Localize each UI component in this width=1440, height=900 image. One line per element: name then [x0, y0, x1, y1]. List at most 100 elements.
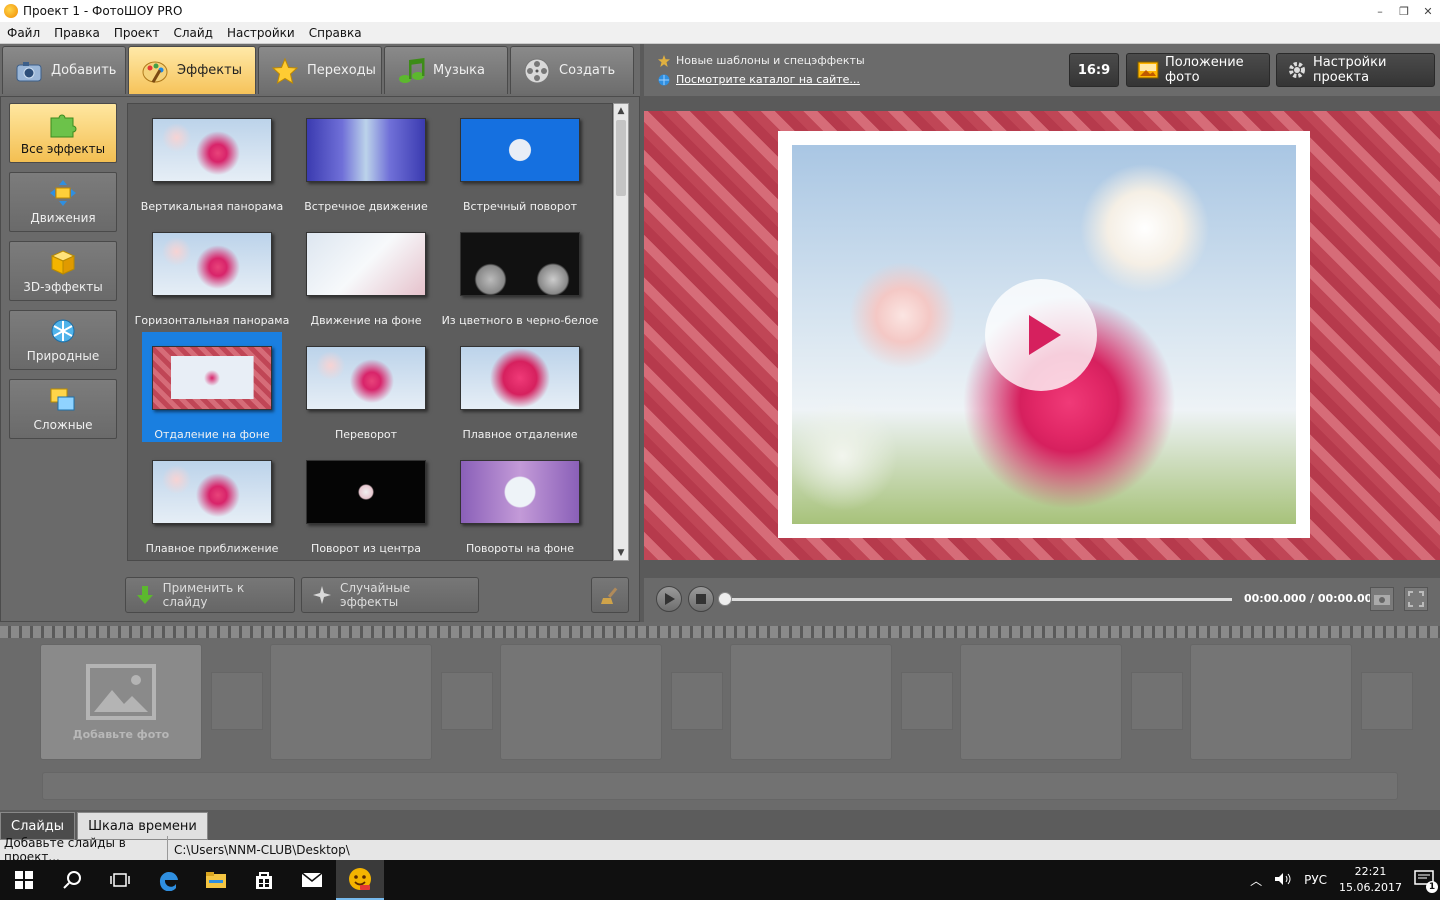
tab-create-label: Создать	[559, 63, 616, 78]
effect-item[interactable]: Встречный поворот	[450, 104, 590, 214]
effect-thumbnail	[460, 346, 580, 410]
clear-effects-button[interactable]	[591, 577, 629, 613]
effect-item[interactable]: Горизонтальная панорама	[135, 218, 289, 328]
window-title: Проект 1 - ФотоШОУ PRO	[23, 4, 183, 18]
effect-item[interactable]: Из цветного в черно-белое	[442, 218, 598, 328]
tab-add[interactable]: Добавить	[2, 46, 126, 94]
scroll-down-icon[interactable]: ▼	[614, 546, 628, 560]
menu-help[interactable]: Справка	[302, 26, 369, 40]
aspect-ratio-label: 16:9	[1077, 62, 1111, 78]
news-block: Новые шаблоны и спецэффекты Посмотрите к…	[658, 54, 865, 86]
close-button[interactable]: ✕	[1416, 0, 1440, 22]
category-3d-effects[interactable]: 3D-эффекты	[9, 241, 117, 301]
menu-edit[interactable]: Правка	[47, 26, 107, 40]
store-icon[interactable]	[240, 860, 288, 900]
minimize-button[interactable]: –	[1368, 0, 1392, 22]
snapshot-camera-icon[interactable]	[1370, 587, 1394, 611]
effect-item[interactable]: Плавное приближение	[142, 446, 282, 556]
play-overlay-icon[interactable]	[985, 279, 1097, 391]
notification-count: 1	[1426, 880, 1438, 893]
effect-label: Движение на фоне	[310, 314, 422, 327]
camera-icon	[15, 57, 43, 85]
effect-item[interactable]: Вертикальная панорама	[141, 104, 283, 214]
play-button[interactable]	[656, 586, 682, 612]
apply-to-slide-button[interactable]: Применить к слайду	[125, 577, 295, 613]
menu-project[interactable]: Проект	[107, 26, 167, 40]
effect-item[interactable]: Переворот	[296, 332, 436, 442]
slide-slot[interactable]	[1190, 644, 1352, 760]
fullscreen-icon[interactable]	[1404, 587, 1428, 611]
clock[interactable]: 22:21 15.06.2017	[1339, 864, 1402, 896]
mail-icon[interactable]	[288, 860, 336, 900]
transition-slot[interactable]	[1361, 672, 1413, 730]
stop-button[interactable]	[688, 586, 714, 612]
tab-create[interactable]: Создать	[510, 46, 634, 94]
transition-slot[interactable]	[441, 672, 493, 730]
random-label: Случайные эффекты	[340, 581, 411, 609]
effects-scrollbar[interactable]: ▲ ▼	[613, 103, 629, 561]
tab-transitions[interactable]: Переходы	[258, 46, 382, 94]
layers-icon	[48, 386, 78, 414]
effect-item[interactable]: Поворот из центра	[296, 446, 436, 556]
transition-slot[interactable]	[1131, 672, 1183, 730]
category-list: Все эффекты Движения 3D-эффекты Природны…	[9, 103, 119, 448]
effect-thumbnail	[306, 118, 426, 182]
slide-slot[interactable]	[960, 644, 1122, 760]
scroll-up-icon[interactable]: ▲	[614, 104, 628, 118]
random-effects-button[interactable]: Случайные эффекты	[301, 577, 479, 613]
transition-slot[interactable]	[211, 672, 263, 730]
effect-item[interactable]: Встречное движение	[296, 104, 436, 214]
task-view-icon[interactable]	[96, 860, 144, 900]
notifications-icon[interactable]: 1	[1414, 869, 1438, 893]
language-indicator[interactable]: РУС	[1304, 873, 1327, 887]
move-arrows-icon	[48, 179, 78, 207]
photo-position-button[interactable]: Положение фото	[1126, 53, 1270, 87]
effect-label: Плавное отдаление	[462, 428, 578, 441]
gear-icon	[1287, 60, 1307, 80]
project-settings-button[interactable]: Настройки проекта	[1276, 53, 1435, 87]
seek-track[interactable]	[724, 598, 1232, 601]
seek-knob[interactable]	[718, 592, 732, 606]
menu-slide[interactable]: Слайд	[166, 26, 220, 40]
chevron-up-icon[interactable]: ︿	[1250, 872, 1262, 889]
category-label: Все эффекты	[20, 142, 106, 156]
category-all-effects[interactable]: Все эффекты	[9, 103, 117, 163]
windows-start-icon[interactable]	[0, 860, 48, 900]
menu-bar: Файл Правка Проект Слайд Настройки Справ…	[0, 22, 1440, 44]
slides-timeline: Добавьте фото	[0, 622, 1440, 810]
transition-slot[interactable]	[671, 672, 723, 730]
volume-icon[interactable]	[1274, 872, 1292, 889]
category-motions[interactable]: Движения	[9, 172, 117, 232]
catalog-link[interactable]: Посмотрите каталог на сайте...	[676, 73, 860, 86]
effect-item[interactable]: Движение на фоне	[296, 218, 436, 328]
add-photo-slot[interactable]: Добавьте фото	[40, 644, 202, 760]
audio-track[interactable]	[42, 772, 1398, 800]
effect-item-selected[interactable]: Отдаление на фоне	[142, 332, 282, 442]
tab-music[interactable]: Музыка	[384, 46, 508, 94]
file-explorer-icon[interactable]	[192, 860, 240, 900]
scroll-thumb[interactable]	[616, 120, 626, 196]
sparkle-icon	[312, 585, 332, 605]
aspect-ratio-button[interactable]: 16:9	[1069, 53, 1119, 87]
fotoshow-app-icon[interactable]	[336, 860, 384, 900]
effect-item[interactable]: Плавное отдаление	[450, 332, 590, 442]
effects-grid: Вертикальная панорама Встречное движение…	[127, 103, 613, 561]
slide-preview[interactable]	[644, 111, 1440, 560]
category-nature[interactable]: Природные	[9, 310, 117, 370]
slide-slot[interactable]	[270, 644, 432, 760]
slide-slot[interactable]	[500, 644, 662, 760]
menu-settings[interactable]: Настройки	[220, 26, 302, 40]
project-settings-label: Настройки проекта	[1313, 55, 1387, 85]
effect-item[interactable]: Повороты на фоне	[450, 446, 590, 556]
taskbar: ︿ РУС 22:21 15.06.2017 1	[0, 860, 1440, 900]
transition-slot[interactable]	[901, 672, 953, 730]
search-icon[interactable]	[48, 860, 96, 900]
maximize-button[interactable]: ❐	[1392, 0, 1416, 22]
time-readout: 00:00.000 / 00:00.000	[1244, 592, 1380, 605]
category-complex[interactable]: Сложные	[9, 379, 117, 439]
edge-browser-icon[interactable]	[144, 860, 192, 900]
right-toolbar: Новые шаблоны и спецэффекты Посмотрите к…	[644, 44, 1440, 96]
slide-slot[interactable]	[730, 644, 892, 760]
tab-effects[interactable]: Эффекты	[128, 46, 256, 94]
menu-file[interactable]: Файл	[0, 26, 47, 40]
